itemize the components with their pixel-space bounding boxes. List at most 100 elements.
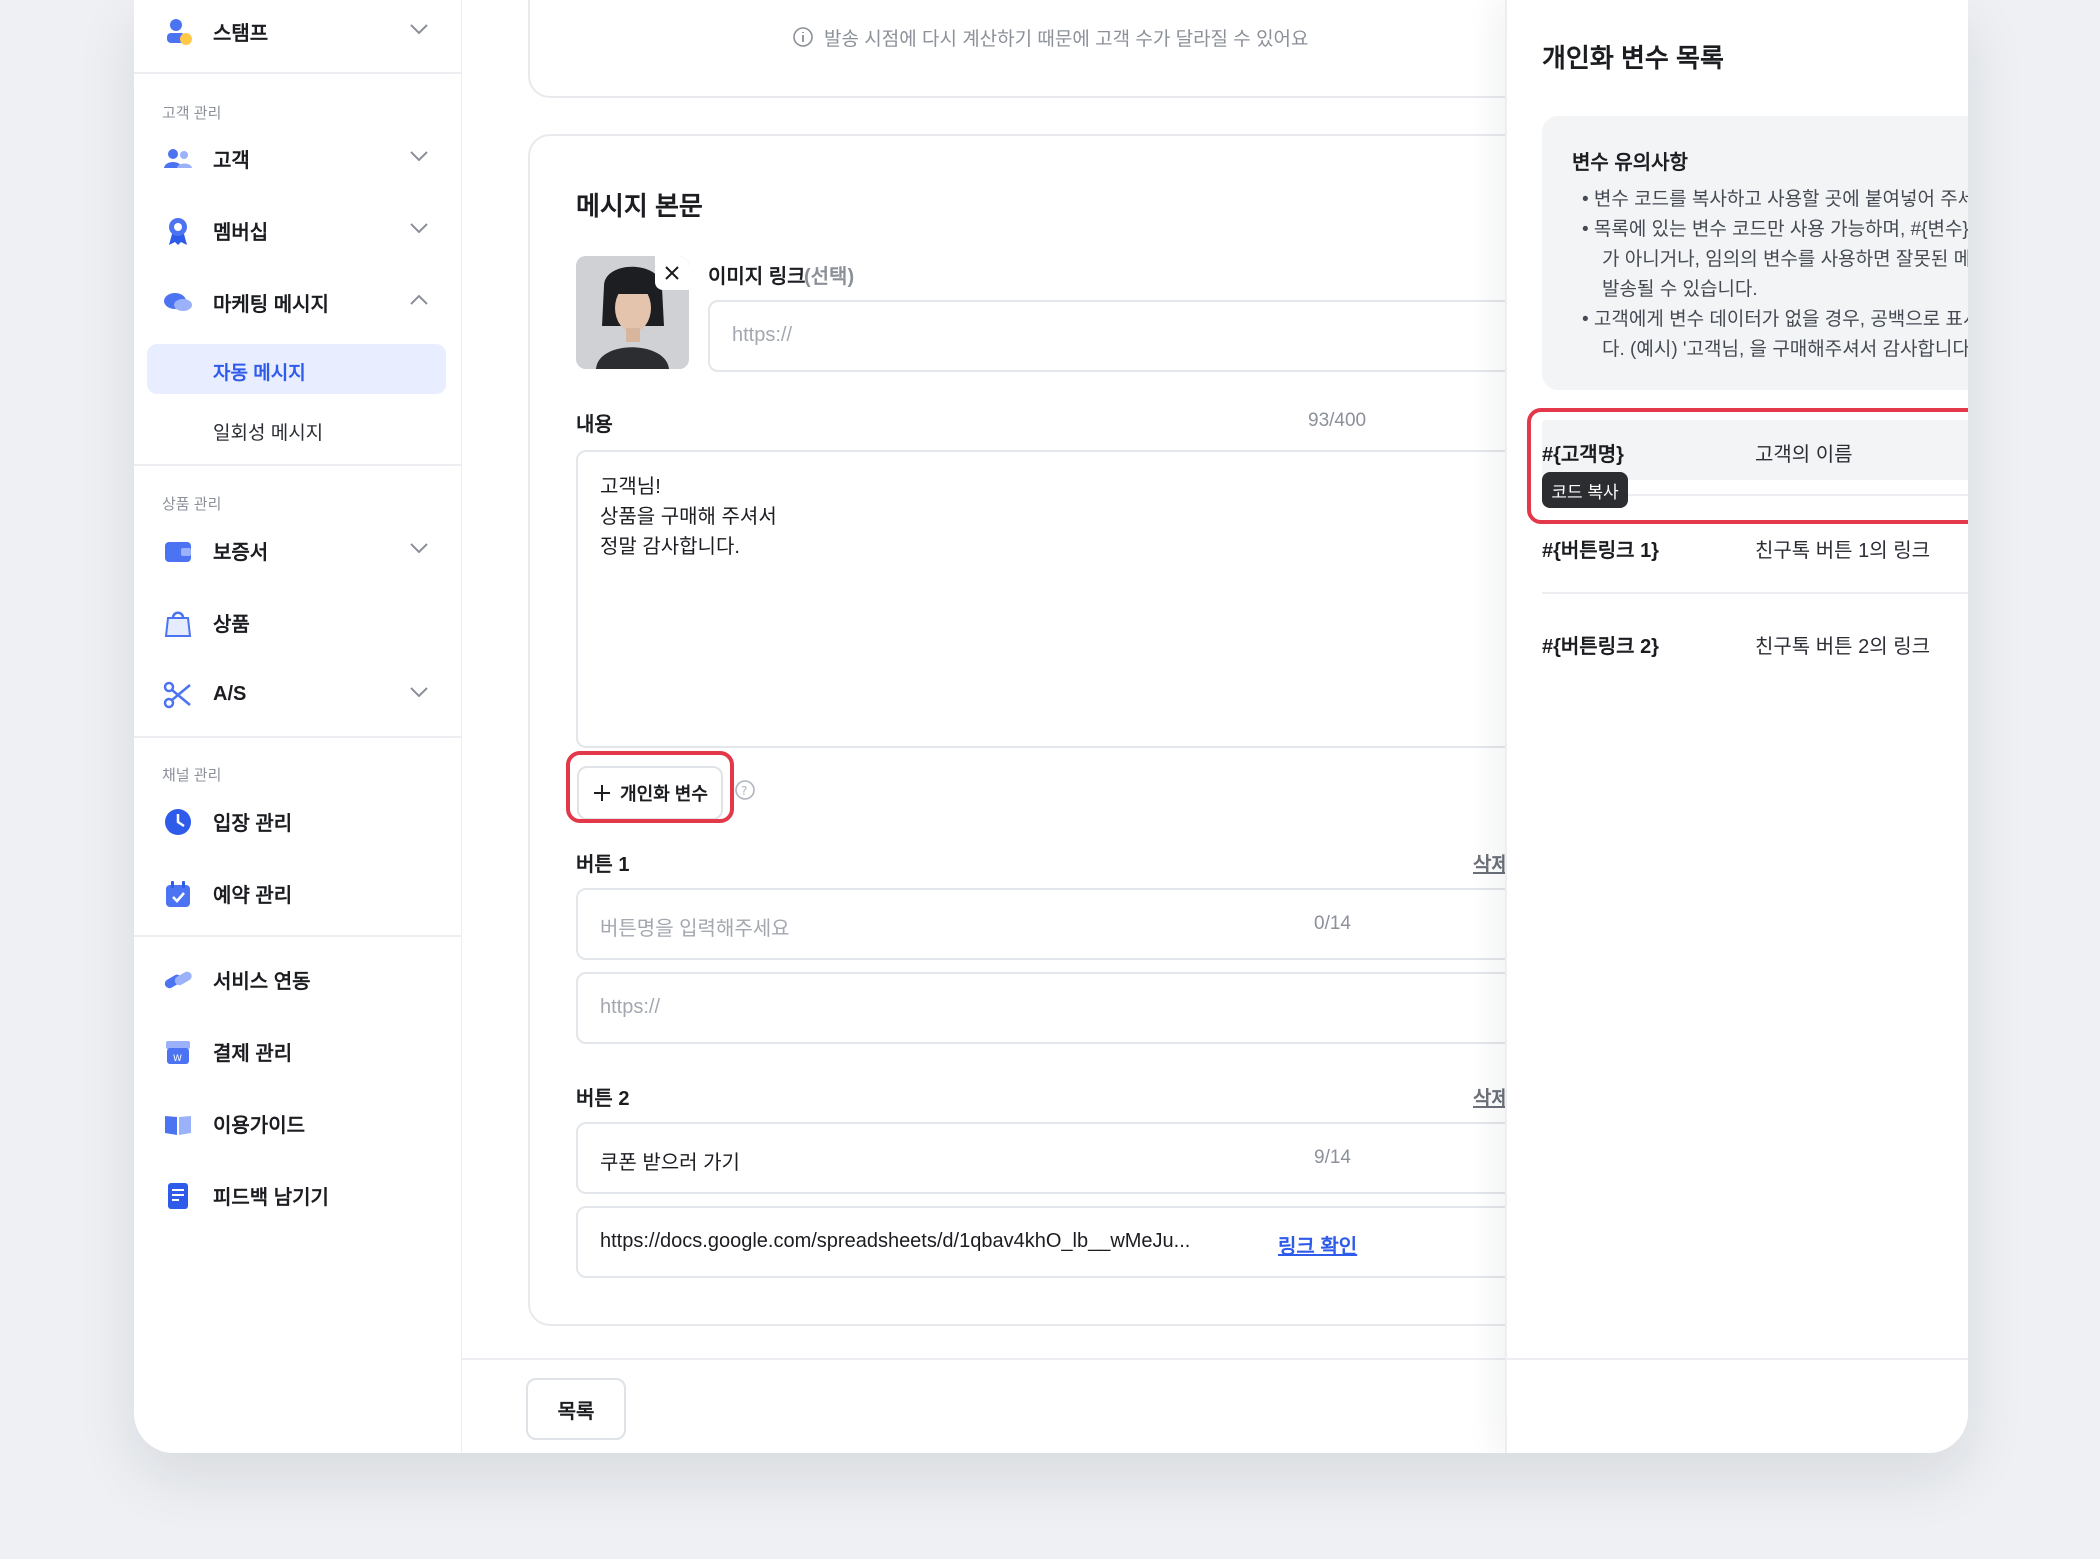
chevron-down-icon — [410, 24, 428, 35]
sidebar-item-stamp[interactable]: 스탬프 — [134, 3, 461, 59]
chevron-down-icon — [410, 543, 428, 554]
help-icon[interactable]: ? — [734, 779, 756, 801]
content-count: 93/400 — [1308, 410, 1367, 431]
button1-name-input[interactable]: 버튼명을 입력해주세요 0/14 — [576, 888, 1542, 960]
image-url-placeholder: https:// — [732, 324, 793, 346]
notice-line: • 고객에게 변수 데이터가 없을 경우, 공백으로 표시됩니 — [1582, 309, 1968, 330]
variable-row-button-link-1[interactable]: #{버튼링크 1} 친구톡 버튼 1의 링크 — [1542, 518, 1968, 578]
content-text: 고객님! 상품을 구매해 주셔서 정말 감사합니다. — [600, 472, 777, 562]
notice-line: 발송될 수 있습니다. — [1602, 279, 1758, 300]
sidebar-subitem-auto-message[interactable]: 자동 메시지 — [147, 344, 446, 394]
notice-title: 변수 유의사항 — [1572, 152, 1688, 174]
sidebar-label-marketing: 마케팅 메시지 — [213, 293, 329, 316]
sidebar-item-membership[interactable]: 멤버십 — [134, 202, 461, 258]
image-url-input[interactable]: https:// — [708, 300, 1542, 372]
stamp-icon — [167, 19, 192, 45]
image-link-optional: (선택) — [804, 266, 855, 288]
row-divider — [1542, 592, 1968, 594]
notice-line: 다. (예시) '고객님, 을 구매해주셔서 감사합니다 — [1602, 339, 1968, 360]
variable-row-button-link-2[interactable]: #{버튼링크 2} 친구톡 버튼 2의 링크 — [1542, 614, 1968, 674]
info-icon — [793, 27, 813, 47]
notice-line: • 목록에 있는 변수 코드만 사용 가능하며, #{변수} 형태 — [1582, 219, 1968, 240]
drawer-title: 개인화 변수 목록 — [1542, 43, 1724, 73]
sidebar-item-payment[interactable]: W 결제 관리 — [134, 1023, 461, 1079]
sidebar-divider — [134, 72, 461, 74]
sidebar: 스탬프 고객 관리 고객 멤버십 마케팅 메시지 자동 메시지 일회성 메시지 … — [134, 0, 463, 1453]
sidebar-item-customer[interactable]: 고객 — [134, 130, 461, 186]
variable-code: #{버튼링크 1} — [1542, 540, 1659, 562]
app-window: 스탬프 고객 관리 고객 멤버십 마케팅 메시지 자동 메시지 일회성 메시지 … — [134, 0, 1968, 1453]
clock-icon — [165, 809, 191, 835]
section-title-customer: 고객 관리 — [162, 105, 222, 122]
image-thumbnail[interactable] — [576, 256, 689, 369]
shopping-bag-icon — [164, 611, 192, 637]
content-label: 내용 — [576, 414, 613, 436]
sidebar-item-product[interactable]: 상품 — [134, 594, 461, 650]
sidebar-item-feedback[interactable]: 피드백 남기기 — [134, 1167, 461, 1223]
sidebar-item-reservation[interactable]: 예약 관리 — [134, 865, 461, 921]
sidebar-item-marketing[interactable]: 마케팅 메시지 — [134, 274, 461, 330]
highlight-personal-variable — [566, 751, 734, 823]
chevron-down-icon — [410, 223, 428, 234]
button2-name-value: 쿠폰 받으러 가기 — [600, 1152, 740, 1174]
button1-url-placeholder: https:// — [600, 996, 661, 1018]
recalc-notice: 발송 시점에 다시 계산하기 때문에 고객 수가 달라질 수 있어요 — [824, 29, 1309, 50]
chevron-up-icon — [410, 294, 428, 305]
sidebar-label-membership: 멤버십 — [213, 221, 269, 244]
image-link-label: 이미지 링크 — [708, 266, 806, 288]
sidebar-label-payment: 결제 관리 — [213, 1042, 293, 1065]
chevron-down-icon — [410, 151, 428, 162]
sidebar-label-customer: 고객 — [213, 149, 250, 172]
variable-desc: 친구톡 버튼 2의 링크 — [1755, 636, 1930, 658]
variable-notice-box: 변수 유의사항 • 변수 코드를 복사하고 사용할 곳에 붙여넣어 주세요. •… — [1542, 116, 1968, 390]
button2-count: 9/14 — [1314, 1147, 1351, 1168]
sidebar-label-product: 상품 — [213, 613, 250, 636]
button1-label: 버튼 1 — [576, 854, 630, 876]
sidebar-divider — [134, 736, 461, 738]
content-textarea[interactable]: 고객님! 상품을 구매해 주셔서 정말 감사합니다. — [576, 450, 1542, 748]
sidebar-subitem-one-time-message[interactable]: 일회성 메시지 — [147, 404, 446, 454]
remove-image-button[interactable] — [655, 256, 689, 290]
content-line: 고객님! — [600, 476, 661, 498]
document-icon — [168, 1183, 188, 1209]
sidebar-item-service-link[interactable]: 서비스 연동 — [134, 951, 461, 1007]
svg-text:?: ? — [741, 784, 747, 798]
sidebar-label-stamp: 스탬프 — [213, 22, 269, 45]
button2-url-value: https://docs.google.com/spreadsheets/d/1… — [600, 1230, 1191, 1252]
scissors-icon — [163, 681, 191, 709]
list-button[interactable]: 목록 — [526, 1378, 626, 1440]
main-footer: 목록 — [462, 1358, 1505, 1453]
sidebar-item-as[interactable]: A/S — [134, 666, 461, 722]
sidebar-item-warranty[interactable]: 보증서 — [134, 522, 461, 578]
sidebar-label-reservation: 예약 관리 — [213, 884, 293, 907]
section-title-product: 상품 관리 — [162, 496, 222, 513]
list-button-label: 목록 — [557, 1400, 595, 1423]
button2-label: 버튼 2 — [576, 1088, 630, 1110]
button2-name-input[interactable]: 쿠폰 받으러 가기 9/14 — [576, 1122, 1542, 1194]
calendar-icon — [166, 881, 190, 907]
button1-name-placeholder: 버튼명을 입력해주세요 — [600, 918, 790, 940]
button1-count: 0/14 — [1314, 913, 1351, 934]
sidebar-item-entry[interactable]: 입장 관리 — [134, 793, 461, 849]
sidebar-label-as: A/S — [213, 682, 247, 705]
sidebar-label-warranty: 보증서 — [213, 541, 269, 564]
sidebar-label-service-link: 서비스 연동 — [213, 970, 311, 993]
link-icon — [164, 971, 192, 989]
personal-variable-drawer: 개인화 변수 목록 변수 유의사항 • 변수 코드를 복사하고 사용할 곳에 붙… — [1505, 0, 1968, 1453]
sidebar-divider — [134, 935, 461, 937]
sidebar-label-entry: 입장 관리 — [213, 812, 293, 835]
notice-line: • 변수 코드를 복사하고 사용할 곳에 붙여넣어 주세요. — [1582, 189, 1968, 210]
button1-url-input[interactable]: https:// — [576, 972, 1542, 1044]
button2-url-input[interactable]: https://docs.google.com/spreadsheets/d/1… — [576, 1206, 1542, 1278]
audience-box: 발송 시점에 다시 계산하기 때문에 고객 수가 달라질 수 있어요 — [528, 0, 1532, 98]
book-icon — [165, 1116, 191, 1135]
check-link-button[interactable]: 링크 확인 — [1278, 1230, 1357, 1259]
sidebar-divider — [134, 464, 461, 466]
variable-code: #{버튼링크 2} — [1542, 636, 1659, 658]
main-content: 발송 시점에 다시 계산하기 때문에 고객 수가 달라질 수 있어요 메시지 본… — [462, 0, 1542, 1453]
content-line: 정말 감사합니다. — [600, 536, 740, 558]
sidebar-item-guide[interactable]: 이용가이드 — [134, 1095, 461, 1151]
chevron-down-icon — [410, 687, 428, 698]
message-body-title: 메시지 본문 — [576, 191, 703, 221]
sidebar-sublabel-one-time-message: 일회성 메시지 — [213, 423, 324, 444]
